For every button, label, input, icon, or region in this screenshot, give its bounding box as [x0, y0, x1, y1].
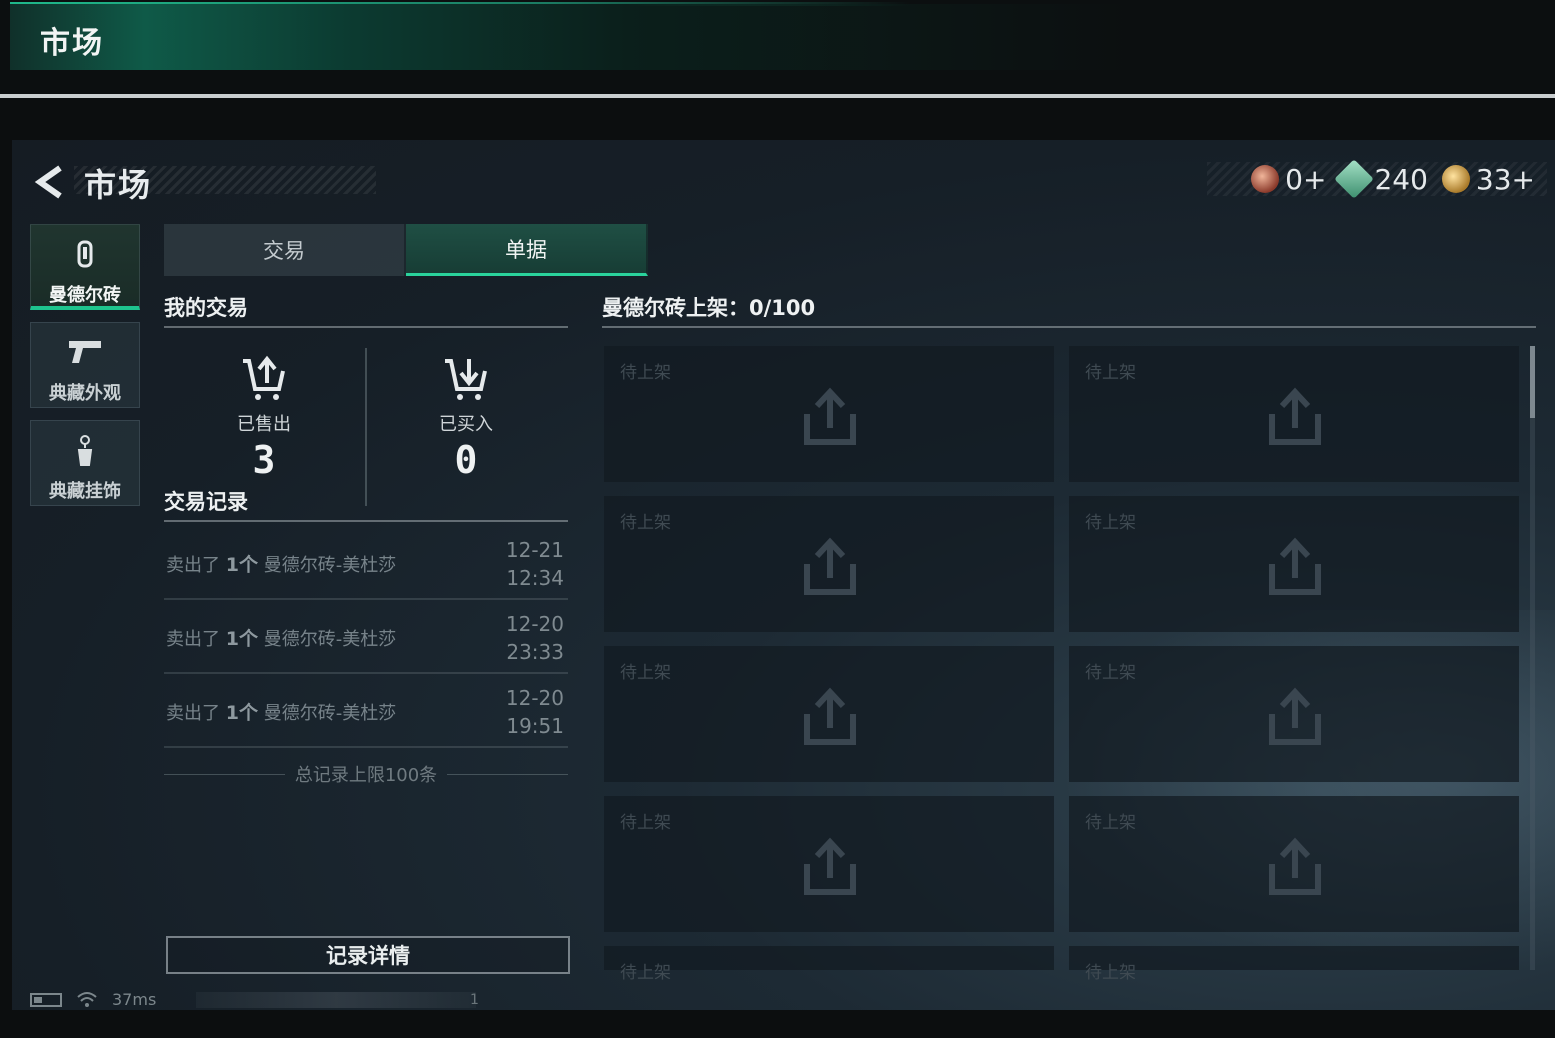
pistol-icon	[31, 337, 139, 371]
my-trades-title: 我的交易	[164, 296, 248, 320]
record-details-button[interactable]: 记录详情	[166, 936, 570, 974]
trade-records-title: 交易记录	[164, 490, 248, 514]
cart-upload-icon	[243, 355, 285, 400]
currency-value: 33+	[1475, 162, 1535, 196]
slot-label: 待上架	[620, 663, 671, 683]
upload-icon	[804, 837, 856, 895]
slot-label: 待上架	[1085, 363, 1136, 383]
bought-count: 0	[454, 438, 478, 482]
scrollbar-thumb[interactable]	[1530, 346, 1535, 418]
status-bar: 37ms	[30, 990, 156, 1009]
page-title: 市场	[84, 166, 153, 204]
nav-item-mandel-brick[interactable]: 曼德尔砖	[30, 224, 140, 310]
nav-label: 曼德尔砖	[49, 285, 121, 306]
tab-orders[interactable]: 单据	[406, 224, 648, 276]
header-divider	[0, 94, 1555, 98]
table-row: 卖出了 1个 曼德尔砖-美杜莎 12-21 12:34	[164, 526, 568, 600]
cart-download-icon	[445, 359, 487, 400]
listing-slot[interactable]: 待上架	[1069, 346, 1519, 482]
outer-title-bar	[10, 4, 1130, 70]
currency-value: 0+	[1285, 162, 1327, 196]
record-text: 卖出了 1个 曼德尔砖-美杜莎	[166, 702, 397, 724]
listing-slot[interactable]: 待上架	[1069, 496, 1519, 632]
upload-icon	[804, 687, 856, 745]
listing-slot[interactable]: 待上架	[604, 946, 1054, 983]
upload-icon	[804, 537, 856, 595]
upload-icon	[804, 387, 856, 445]
record-datetime: 12-20 23:33	[505, 612, 564, 664]
gold-coin-currency-icon	[1441, 165, 1470, 193]
bought-stat: 已买入 0	[366, 354, 566, 482]
sold-stat: 已售出 3	[164, 354, 364, 482]
battery-icon	[30, 992, 62, 1007]
listing-slot[interactable]: 待上架	[1069, 646, 1519, 782]
bought-label: 已买入	[439, 414, 493, 435]
currency-bar: 0+ 240 33+	[1207, 159, 1547, 199]
brick-icon	[31, 239, 139, 273]
listing-slot[interactable]: 待上架	[1069, 946, 1519, 983]
nav-item-collection-charms[interactable]: 典藏挂饰	[30, 420, 140, 506]
market-panel: 市场 0+ 240 33+ 曼德尔砖 典藏外观 典藏挂饰 交易 单据 我的交易 …	[12, 140, 1555, 1010]
listing-slot[interactable]: 待上架	[604, 346, 1054, 482]
red-gem-currency-icon	[1251, 165, 1280, 193]
nav-label: 典藏挂饰	[49, 481, 121, 502]
currency-gold-coin[interactable]: 33+	[1441, 162, 1535, 196]
tab-trade[interactable]: 交易	[164, 224, 406, 276]
nav-item-collection-skins[interactable]: 典藏外观	[30, 322, 140, 408]
record-limit-note: 总记录上限100条	[164, 762, 569, 786]
record-text: 卖出了 1个 曼德尔砖-美杜莎	[166, 628, 397, 650]
currency-value: 240	[1374, 162, 1428, 196]
record-datetime: 12-21 12:34	[505, 538, 564, 590]
upload-icon	[1269, 537, 1321, 595]
listings-scrollbar[interactable]	[1530, 346, 1535, 970]
slot-label: 待上架	[1085, 963, 1136, 983]
slot-label: 待上架	[620, 363, 671, 383]
slot-label: 待上架	[1085, 813, 1136, 833]
blurred-info-bar	[196, 992, 476, 1008]
slot-label: 待上架	[1085, 663, 1136, 683]
upload-icon	[1269, 387, 1321, 445]
table-row: 卖出了 1个 曼德尔砖-美杜莎 12-20 23:33	[164, 600, 568, 674]
tab-bar: 交易 单据	[164, 224, 648, 276]
slot-label: 待上架	[620, 963, 671, 983]
listing-slot[interactable]: 待上架	[604, 796, 1054, 932]
nav-label: 典藏外观	[49, 383, 121, 404]
record-datetime: 12-20 19:51	[505, 686, 564, 738]
section-divider	[164, 520, 568, 522]
listings-title: 曼德尔砖上架：0/100	[602, 296, 816, 320]
slot-label: 待上架	[1085, 513, 1136, 533]
currency-green-ticket[interactable]: 240	[1334, 159, 1428, 199]
section-divider	[602, 326, 1536, 328]
ping-value: 37ms	[112, 990, 157, 1009]
slot-label: 待上架	[620, 813, 671, 833]
listing-slot[interactable]: 待上架	[604, 646, 1054, 782]
listing-slot[interactable]: 待上架	[604, 496, 1054, 632]
upload-icon	[1269, 687, 1321, 745]
table-row: 卖出了 1个 曼德尔砖-美杜莎 12-20 19:51	[164, 674, 568, 748]
charm-icon	[31, 435, 139, 469]
status-extra: 1	[470, 992, 479, 1008]
listing-slot[interactable]: 待上架	[1069, 796, 1519, 932]
record-text: 卖出了 1个 曼德尔砖-美杜莎	[166, 554, 397, 576]
outer-header: 市场	[0, 0, 1555, 100]
upload-icon	[1269, 837, 1321, 895]
green-ticket-currency-icon	[1334, 159, 1375, 199]
back-arrow-icon[interactable]	[34, 164, 66, 200]
sold-label: 已售出	[237, 414, 291, 435]
section-divider	[164, 326, 568, 328]
wifi-icon	[77, 991, 97, 1007]
sold-count: 3	[252, 438, 276, 482]
slot-label: 待上架	[620, 513, 671, 533]
outer-page-title: 市场	[40, 26, 104, 61]
currency-red-gem[interactable]: 0+	[1251, 163, 1326, 196]
